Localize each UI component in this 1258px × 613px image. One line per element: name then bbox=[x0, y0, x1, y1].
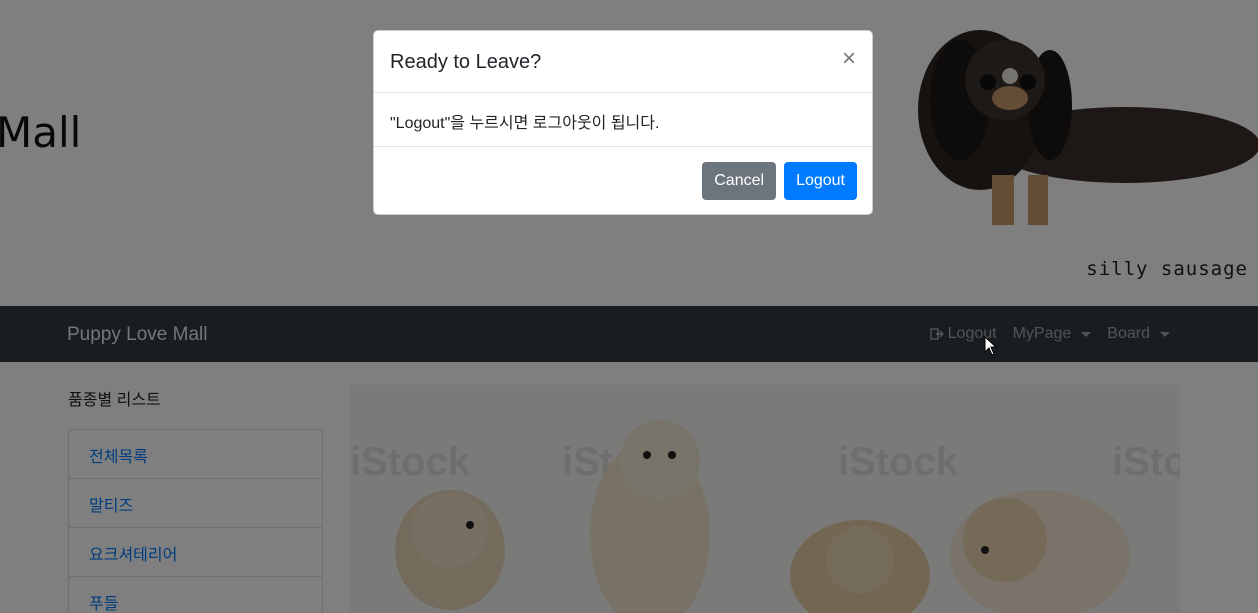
logout-modal: Ready to Leave? × "Logout"을 누르시면 로그아웃이 됩… bbox=[373, 30, 873, 215]
logout-button[interactable]: Logout bbox=[784, 162, 857, 200]
modal-body: "Logout"을 누르시면 로그아웃이 됩니다. bbox=[374, 93, 872, 147]
modal-footer: Cancel Logout bbox=[374, 147, 872, 215]
modal-title: Ready to Leave? bbox=[390, 51, 542, 73]
mouse-cursor-icon bbox=[984, 336, 998, 356]
close-icon[interactable]: × bbox=[842, 47, 856, 71]
modal-header: Ready to Leave? × bbox=[374, 31, 872, 93]
cancel-button[interactable]: Cancel bbox=[702, 162, 777, 200]
